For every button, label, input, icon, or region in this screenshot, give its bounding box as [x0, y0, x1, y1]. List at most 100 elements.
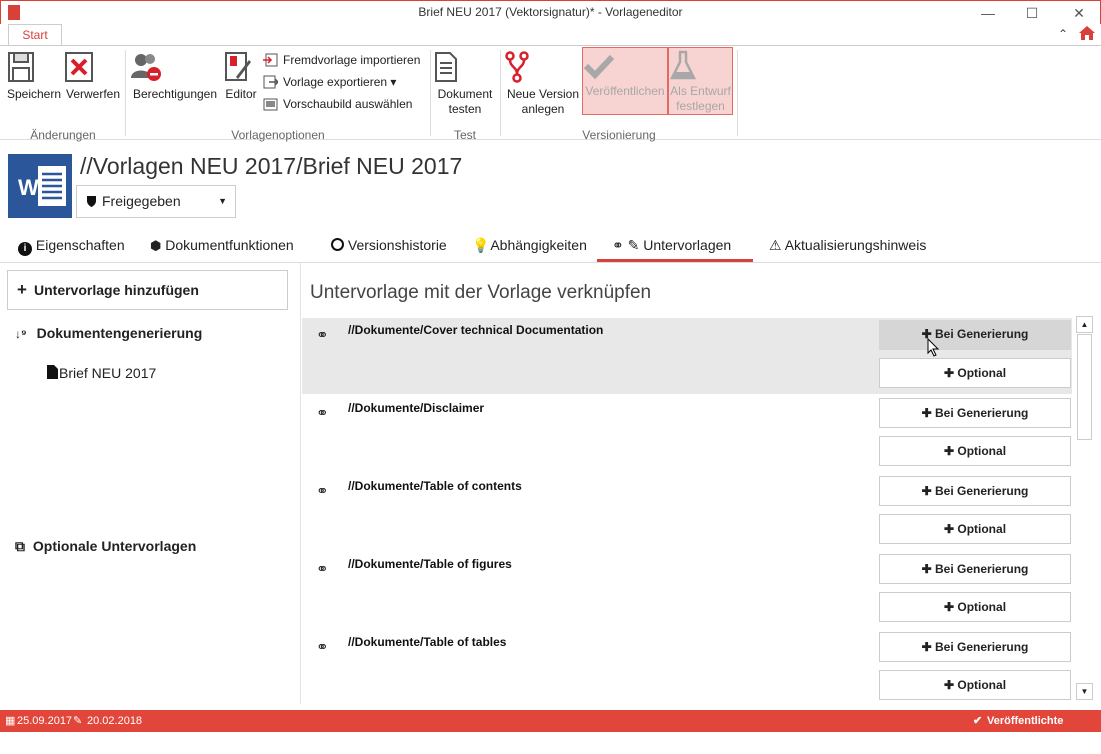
- set-draft-label-1: Als Entwurf: [670, 84, 731, 98]
- plus-icon: ✚: [921, 406, 936, 420]
- home-icon[interactable]: [1078, 25, 1096, 41]
- maximize-button[interactable]: ☐: [1017, 3, 1047, 23]
- plus-icon: ✚: [943, 678, 958, 692]
- tab-aktualisierungshinweis[interactable]: ⚠ Aktualisierungshinweis: [769, 236, 926, 262]
- tab-untervorlagen[interactable]: ⚭ ✎ Untervorlagen: [597, 236, 753, 262]
- tab-label: Aktualisierungshinweis: [784, 237, 927, 253]
- bei-generierung-button[interactable]: ✚ Bei Generierung: [879, 554, 1071, 584]
- table-row[interactable]: ⚭ //Dokumente/Disclaimer ✚ Bei Generieru…: [302, 396, 1072, 472]
- test-document-button[interactable]: Dokument testen: [433, 51, 497, 117]
- page-title: //Vorlagen NEU 2017/Brief NEU 2017: [80, 153, 463, 179]
- export-template-button[interactable]: Vorlage exportieren ▾: [263, 72, 396, 92]
- optional-button[interactable]: ✚ Optional: [879, 436, 1071, 466]
- ribbon-separator: [500, 50, 501, 136]
- add-subtemplate-button[interactable]: + Untervorlage hinzufügen: [7, 270, 288, 310]
- tab-dokumentfunktionen[interactable]: ⬢ Dokumentfunktionen: [150, 236, 294, 262]
- section-title: Untervorlage mit der Vorlage verknüpfen: [310, 282, 652, 303]
- preview-image-label: Vorschaubild auswählen: [283, 97, 413, 111]
- ribbon-separator: [125, 50, 126, 136]
- group-label-versionierung: Versionierung: [582, 128, 656, 142]
- copy-icon: ⧉: [15, 538, 25, 554]
- button-label: Bei Generierung: [935, 484, 1029, 498]
- new-version-button[interactable]: Neue Version anlegen: [504, 51, 582, 117]
- discard-label: Verwerfen: [65, 87, 121, 101]
- section-dokumentengenerierung: ↓⁹ Dokumentengenerierung: [15, 325, 202, 341]
- permissions-label: Berechtigungen: [132, 87, 218, 101]
- plus-icon: ✚: [943, 600, 958, 614]
- save-button[interactable]: Speichern: [6, 51, 62, 102]
- tab-eigenschaften[interactable]: i Eigenschaften: [18, 236, 125, 262]
- modified-date: 20.02.2018: [87, 715, 143, 727]
- export-label: Vorlage exportieren ▾: [283, 75, 397, 89]
- list-item[interactable]: Brief NEU 2017: [47, 365, 156, 381]
- link-icon: ⚭: [316, 639, 329, 656]
- row-path: //Dokumente/Table of tables: [348, 635, 507, 649]
- button-label: Optional: [957, 678, 1007, 692]
- optional-button[interactable]: ✚ Optional: [879, 358, 1071, 388]
- section-title: Dokumentengenerierung: [36, 325, 203, 341]
- test-document-label-1: Dokument: [437, 87, 493, 101]
- version-status: Veröffentlichte Version: [987, 715, 1064, 749]
- tab-versionshistorie[interactable]: Versionshistorie: [331, 236, 447, 262]
- link-icon: ⚭: [316, 483, 329, 500]
- preview-image-button[interactable]: Vorschaubild auswählen: [263, 94, 412, 114]
- set-draft-button[interactable]: Als Entwurf festlegen: [668, 47, 733, 115]
- bei-generierung-button[interactable]: ✚ Bei Generierung: [879, 398, 1071, 428]
- tab-abhaengigkeiten[interactable]: 💡 Abhängigkeiten: [472, 236, 587, 262]
- button-label: Optional: [957, 522, 1007, 536]
- close-button[interactable]: ✕: [1064, 3, 1094, 23]
- bei-generierung-button[interactable]: ✚ Bei Generierung: [879, 476, 1071, 506]
- tab-start[interactable]: Start: [8, 24, 62, 46]
- tab-label: Versionshistorie: [347, 237, 447, 253]
- import-template-button[interactable]: Fremdvorlage importieren: [263, 50, 420, 70]
- lightbulb-icon: 💡: [472, 237, 490, 253]
- caret-down-icon: ▼: [218, 196, 227, 206]
- created-date: 25.09.2017: [17, 715, 73, 727]
- table-row[interactable]: ⚭ //Dokumente/Table of contents ✚ Bei Ge…: [302, 474, 1072, 550]
- permissions-button[interactable]: Berechtigungen: [130, 51, 220, 102]
- plus-icon: +: [17, 280, 27, 299]
- status-dropdown[interactable]: Freigegeben ▼: [76, 185, 236, 218]
- group-label-aenderungen: Änderungen: [30, 128, 96, 142]
- ribbon: Speichern Verwerfen Änderungen Berechtig…: [0, 45, 1101, 142]
- scroll-down-button[interactable]: ▼: [1076, 683, 1093, 700]
- optional-button[interactable]: ✚ Optional: [879, 592, 1071, 622]
- save-label: Speichern: [6, 87, 62, 101]
- discard-button[interactable]: Verwerfen: [64, 51, 122, 102]
- ribbon-separator: [430, 50, 431, 136]
- section-title: Optionale Untervorlagen: [32, 538, 197, 554]
- plus-icon: ✚: [943, 366, 958, 380]
- editor-button[interactable]: Editor: [222, 51, 260, 102]
- row-path: //Dokumente/Table of contents: [348, 479, 522, 493]
- vertical-scrollbar[interactable]: ▲ ▼: [1076, 316, 1093, 704]
- plus-icon: ✚: [921, 640, 936, 654]
- new-version-label-1: Neue Version: [506, 87, 580, 101]
- warning-icon: ⚠: [769, 237, 782, 253]
- save-icon: [6, 51, 62, 83]
- optional-button[interactable]: ✚ Optional: [879, 670, 1071, 700]
- publish-label: Veröffentlichen: [585, 84, 665, 98]
- plus-icon: ✚: [921, 484, 936, 498]
- bei-generierung-button[interactable]: ✚ Bei Generierung: [879, 632, 1071, 662]
- plus-icon: ✚: [943, 444, 958, 458]
- table-row[interactable]: ⚭ //Dokumente/Cover technical Documentat…: [302, 318, 1072, 394]
- collapse-ribbon-icon[interactable]: ⌃: [1058, 27, 1068, 41]
- button-label: Bei Generierung: [935, 406, 1029, 420]
- window-title: Brief NEU 2017 (Vektorsignatur)* - Vorla…: [418, 5, 683, 19]
- table-row[interactable]: ⚭ //Dokumente/Table of tables ✚ Bei Gene…: [302, 630, 1072, 706]
- scroll-up-button[interactable]: ▲: [1076, 316, 1093, 333]
- svg-text:W: W: [18, 175, 39, 200]
- left-panel: + Untervorlage hinzufügen ↓⁹ Dokumenteng…: [7, 270, 289, 703]
- word-document-icon: W: [8, 154, 72, 218]
- minimize-button[interactable]: —: [973, 3, 1003, 23]
- new-version-label-2: anlegen: [521, 102, 565, 116]
- checkmark-icon: [583, 52, 667, 80]
- table-row[interactable]: ⚭ //Dokumente/Table of figures ✚ Bei Gen…: [302, 552, 1072, 628]
- optional-button[interactable]: ✚ Optional: [879, 514, 1071, 544]
- status-dropdown-value: Freigegeben: [102, 193, 181, 209]
- button-label: Optional: [957, 444, 1007, 458]
- publish-button[interactable]: Veröffentlichen: [582, 47, 668, 115]
- link-icon: ⚭: [316, 561, 329, 578]
- scroll-thumb[interactable]: [1077, 334, 1092, 440]
- bei-generierung-button[interactable]: ✚ Bei Generierung: [879, 320, 1071, 350]
